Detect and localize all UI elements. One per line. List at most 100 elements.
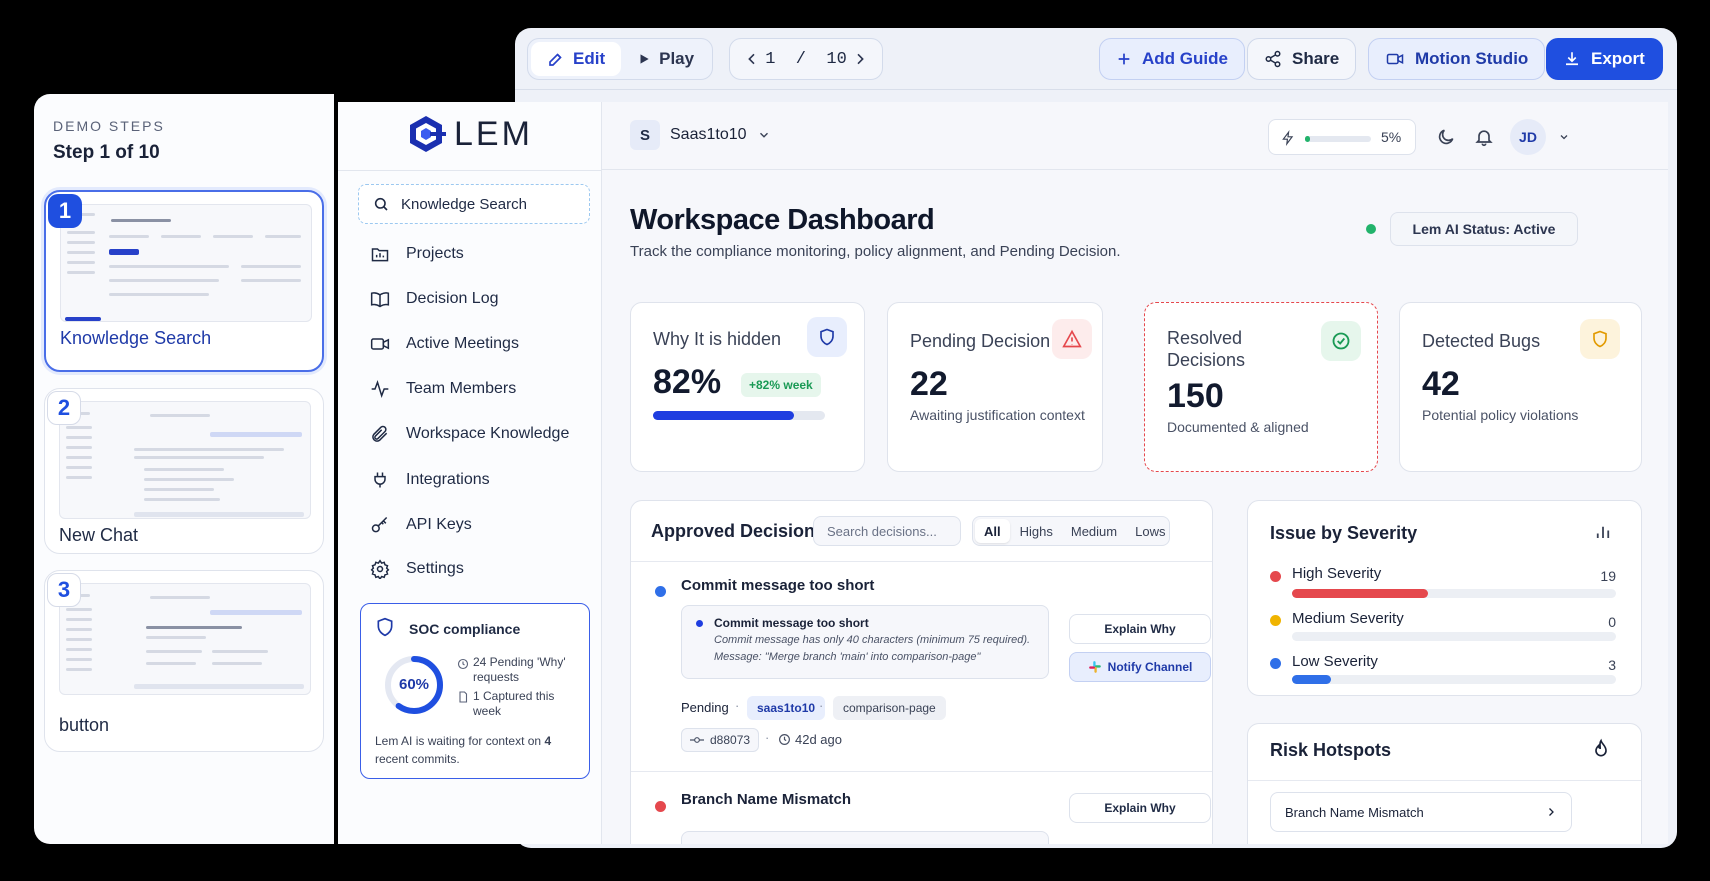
compliance-footer-count: 4	[544, 734, 552, 748]
demo-steps-heading: DEMO STEPS	[53, 118, 165, 134]
commit-tag[interactable]: d88073	[681, 728, 760, 752]
issue-severity-title: Issue by Severity	[1270, 523, 1418, 543]
sidebar-item-decision-log[interactable]: Decision Log	[370, 284, 499, 314]
compliance-footer-suffix: recent commits.	[375, 752, 460, 766]
severity-count: 3	[1608, 657, 1616, 673]
chevron-left-icon[interactable]	[744, 51, 760, 67]
lem-logo-icon	[410, 116, 446, 152]
sidebar: LEM Knowledge Search Projects Decision L…	[338, 102, 602, 844]
severity-filter-tabs: All Highs Medium Lows	[972, 516, 1170, 546]
kpi-title: Resolved Decisions	[1167, 327, 1245, 371]
sidebar-item-label: API Keys	[406, 516, 472, 533]
filter-tab-highs[interactable]: Highs	[1012, 519, 1061, 543]
lightning-icon	[1282, 130, 1294, 146]
captured-text: 1 Captured this week	[473, 689, 554, 719]
workspace-switcher[interactable]: S Saas1to10	[630, 120, 771, 150]
separator-dot: ·	[735, 698, 740, 713]
shield-icon-wrap	[807, 317, 847, 357]
decision-title: Branch Name Mismatch	[681, 791, 852, 808]
repo-tag[interactable]: saas1to10	[747, 696, 826, 720]
step-number-badge: 3	[47, 573, 81, 607]
page-subtitle: Track the compliance monitoring, policy …	[630, 243, 1121, 260]
sidebar-item-api-keys[interactable]: API Keys	[370, 510, 472, 540]
usage-meter[interactable]: 5%	[1268, 119, 1416, 155]
compliance-percent: 60%	[398, 676, 430, 693]
hotspot-label: Branch Name Mismatch	[1285, 804, 1424, 820]
step-card-2[interactable]: 2 New Chat	[44, 388, 324, 554]
soc-compliance-title: SOC compliance	[409, 621, 521, 637]
kpi-card-why-hidden[interactable]: Why It is hidden 82% +82% week	[630, 302, 865, 472]
play-button[interactable]: Play	[621, 42, 710, 76]
sidebar-item-workspace-knowledge[interactable]: Workspace Knowledge	[370, 419, 569, 449]
captured-line-2: week	[473, 704, 502, 718]
knowledge-search-label: Knowledge Search	[401, 195, 527, 213]
severity-dot	[1270, 658, 1281, 669]
bar-chart-icon[interactable]	[1594, 523, 1612, 541]
chevron-down-icon[interactable]	[1558, 131, 1570, 143]
kpi-card-detected-bugs[interactable]: Detected Bugs 42 Potential policy violat…	[1399, 302, 1642, 472]
chevron-right-icon[interactable]	[852, 51, 868, 67]
edit-icon	[549, 53, 562, 66]
share-label: Share	[1292, 49, 1340, 68]
share-button[interactable]: Share	[1247, 38, 1357, 80]
severity-label: Low Severity	[1292, 653, 1378, 670]
decision-search-input[interactable]: Search decisions...	[813, 516, 961, 546]
chevron-right-icon	[1549, 808, 1554, 816]
knowledge-search-button[interactable]: Knowledge Search	[358, 184, 590, 224]
kpi-card-pending-decision[interactable]: Pending Decision 22 Awaiting justificati…	[887, 302, 1103, 472]
export-label: Export	[1591, 49, 1645, 68]
shield-icon	[377, 617, 393, 637]
step-label: button	[59, 715, 110, 735]
sidebar-item-label: Active Meetings	[406, 335, 519, 352]
chevron-down-icon	[759, 132, 768, 138]
hotspot-item[interactable]: Branch Name Mismatch	[1270, 792, 1572, 832]
notify-channel-button[interactable]: Notify Channel	[1069, 652, 1211, 682]
kpi-progress-fill	[653, 411, 795, 420]
branch-tag[interactable]: comparison-page	[833, 696, 946, 720]
workspace-name: Saas1to10	[670, 126, 747, 143]
edit-button[interactable]: Edit	[531, 42, 622, 76]
filter-tab-medium[interactable]: Medium	[1063, 519, 1125, 543]
sidebar-item-settings[interactable]: Settings	[370, 554, 464, 584]
severity-label: High Severity	[1292, 565, 1382, 582]
shield-warning-icon	[1593, 330, 1607, 348]
decision-detail-box	[681, 831, 1049, 844]
pending-why-text: 24 Pending 'Why' requests	[473, 655, 566, 685]
add-guide-button[interactable]: Add Guide	[1099, 38, 1245, 80]
separator-dot: ·	[765, 730, 770, 745]
logo-text: LEM	[454, 114, 533, 153]
compliance-footer: Lem AI is waiting for context on 4 recen…	[375, 732, 579, 768]
sidebar-item-team-members[interactable]: Team Members	[370, 374, 516, 404]
moon-icon[interactable]	[1436, 127, 1456, 147]
separator-dot: ·	[819, 698, 824, 713]
status-dot	[1366, 224, 1376, 234]
explain-why-button[interactable]: Explain Why	[1069, 614, 1211, 644]
avatar[interactable]: JD	[1510, 119, 1546, 155]
kpi-card-resolved-decisions[interactable]: Resolved Decisions 150 Documented & alig…	[1144, 302, 1378, 472]
sidebar-item-active-meetings[interactable]: Active Meetings	[370, 329, 519, 359]
issue-severity-card: Issue by Severity High Severity 19 Mediu…	[1247, 500, 1642, 696]
explain-why-button[interactable]: Explain Why	[1069, 793, 1211, 823]
filter-tab-all[interactable]: All	[975, 519, 1010, 543]
usage-percent: 5%	[1381, 129, 1402, 145]
export-button[interactable]: Export	[1546, 38, 1663, 80]
soc-compliance-card[interactable]: SOC compliance 60% 24 Pending 'Why' requ…	[360, 603, 590, 779]
video-camera-icon	[1386, 53, 1404, 65]
bell-icon[interactable]	[1474, 127, 1494, 147]
plug-icon	[374, 472, 386, 488]
motion-studio-button[interactable]: Motion Studio	[1368, 38, 1546, 80]
step-card-1[interactable]: 1 Knowledge Search	[44, 190, 324, 372]
filter-tab-lows[interactable]: Lows	[1127, 519, 1173, 543]
detail-dot	[696, 620, 703, 627]
sidebar-item-projects[interactable]: Projects	[370, 239, 464, 269]
sidebar-item-integrations[interactable]: Integrations	[370, 465, 490, 495]
step-number-badge: 1	[48, 194, 82, 228]
step-card-3[interactable]: 3 button	[44, 570, 324, 752]
sidebar-item-label: Integrations	[406, 471, 490, 488]
kpi-subtitle: Potential policy violations	[1422, 407, 1579, 423]
kpi-title: Detected Bugs	[1422, 331, 1541, 351]
step-thumbnail	[59, 401, 311, 519]
severity-fill	[1292, 675, 1331, 684]
kpi-change-badge: +82% week	[741, 373, 821, 397]
edit-label: Edit	[573, 49, 606, 68]
